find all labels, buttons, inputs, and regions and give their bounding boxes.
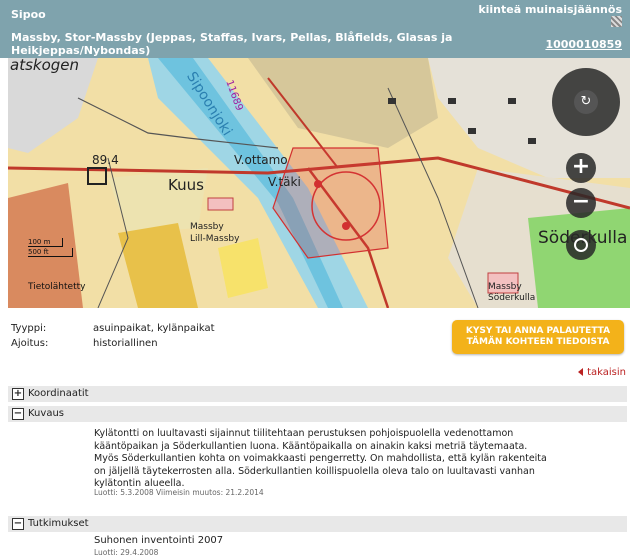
map-scale-bar: 100 m 500 ft — [28, 238, 73, 258]
map-label-lill-massby-2: Lill-Massby — [190, 234, 240, 244]
map-label-vtaki: V.täki — [268, 175, 301, 189]
map-label-elevation: 89.4 — [92, 153, 119, 167]
back-link-label: takaisin — [587, 367, 626, 378]
type-label: Tyyppi: — [11, 323, 47, 334]
research-item: Suhonen inventointi 2007 — [94, 535, 224, 546]
dating-label: Ajoitus: — [11, 338, 49, 349]
description-dates: Luotti: 5.3.2008 Viimeisin muutos: 21.2.… — [94, 488, 264, 497]
zoom-in-button[interactable]: + — [566, 153, 596, 183]
map-canvas — [8, 58, 630, 308]
section-label: Tutkimukset — [28, 518, 89, 529]
collapse-icon[interactable]: − — [12, 408, 24, 420]
description-text: Kylätontti on luultavasti sijainnut tiil… — [94, 428, 547, 489]
object-id-link[interactable]: 1000010859 — [545, 38, 622, 51]
municipality-name: Sipoo — [11, 8, 46, 21]
map-label-forest: atskogen — [10, 58, 80, 74]
dating-row: Ajoitus: historiallinen — [11, 338, 158, 349]
back-link[interactable]: takaisin — [578, 367, 626, 378]
object-header: Sipoo kiinteä muinaisjäännös Massby, Sto… — [0, 0, 630, 58]
object-title: Massby, Stor-Massby (Jeppas, Staffas, Iv… — [11, 31, 453, 57]
locate-icon[interactable] — [566, 230, 596, 260]
map-label-soder-massby-2: Söderkulla — [488, 293, 536, 303]
map-view[interactable]: atskogen Sipoonjoki 11689 89.4 Kuus V.ot… — [8, 58, 630, 308]
object-type: kiinteä muinaisjäännös — [478, 3, 622, 16]
section-coordinates[interactable]: + Koordinaatit — [8, 386, 627, 402]
section-research[interactable]: − Tutkimukset — [8, 516, 627, 532]
section-label: Kuvaus — [28, 408, 64, 419]
section-description[interactable]: − Kuvaus — [8, 406, 627, 422]
qr-code-icon[interactable] — [611, 16, 622, 27]
section-label: Koordinaatit — [28, 388, 89, 399]
back-arrow-icon — [578, 368, 584, 376]
map-navigation-control[interactable]: ↻ — [552, 68, 620, 136]
expand-icon[interactable]: + — [12, 388, 24, 400]
rotate-icon[interactable]: ↻ — [574, 90, 598, 114]
scale-imperial: 500 ft — [28, 248, 73, 257]
collapse-icon[interactable]: − — [12, 518, 24, 530]
type-row: Tyyppi: asuinpaikat, kylänpaikat — [11, 323, 215, 334]
scale-metric: 100 m — [28, 238, 63, 247]
zoom-out-button[interactable]: − — [566, 188, 596, 218]
dating-value: historiallinen — [93, 338, 158, 349]
feedback-button[interactable]: KYSY TAI ANNA PALAUTETTA TÄMÄN KOHTEEN T… — [452, 320, 624, 354]
map-label-soder-massby-1: Massby — [488, 282, 522, 292]
map-label-lill-massby-1: Massby — [190, 222, 224, 232]
map-label-vottamo: V.ottamo — [234, 153, 288, 167]
map-provider-logo: Tietolähtetty — [28, 282, 86, 292]
type-value: asuinpaikat, kylänpaikat — [93, 323, 215, 334]
map-label-kuus: Kuus — [168, 176, 204, 194]
